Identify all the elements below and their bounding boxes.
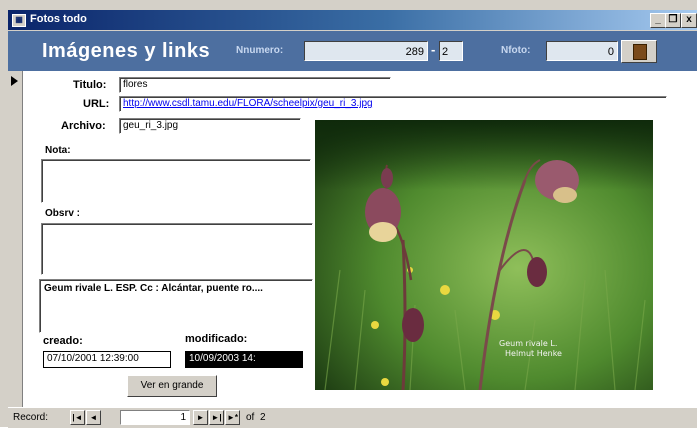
- restore-button[interactable]: ❐: [665, 13, 681, 28]
- nnumero-label: Nnumero:: [236, 45, 284, 56]
- obsrv-field[interactable]: [41, 223, 313, 275]
- nfoto-label: Nfoto:: [501, 45, 531, 56]
- exit-door-icon: [633, 44, 647, 60]
- nfoto-field[interactable]: 0: [546, 41, 618, 61]
- last-record-button[interactable]: ►|: [209, 410, 224, 425]
- modificado-label: modificado:: [185, 333, 248, 345]
- prev-record-button[interactable]: ◄: [86, 410, 101, 425]
- current-record-field[interactable]: 1: [120, 410, 190, 425]
- nota-field[interactable]: [41, 159, 311, 203]
- record-navigation-bar: Record: |◄ ◄ 1 ► ►| ►* of 2: [8, 407, 697, 428]
- minimize-button[interactable]: _: [650, 13, 666, 28]
- record-label: Record:: [13, 412, 49, 423]
- obsrv-label: Obsrv :: [45, 208, 81, 219]
- modificado-field[interactable]: 10/09/2003 14:: [185, 351, 303, 368]
- window-title: Fotos todo: [30, 13, 87, 25]
- first-record-button[interactable]: |◄: [70, 410, 85, 425]
- sub-number-field[interactable]: 2: [439, 41, 463, 61]
- title-bar: ▦ Fotos todo _ ❐ x: [8, 10, 697, 30]
- record-selector[interactable]: [8, 71, 23, 407]
- of-label: of: [246, 412, 255, 423]
- titulo-label: Titulo:: [73, 79, 107, 91]
- new-record-button[interactable]: ►*: [225, 410, 240, 425]
- archivo-field[interactable]: geu_ri_3.jpg: [119, 118, 301, 134]
- next-record-button[interactable]: ►: [193, 410, 208, 425]
- url-field[interactable]: http://www.csdl.tamu.edu/FLORA/scheelpix…: [119, 96, 667, 112]
- archivo-label: Archivo:: [61, 120, 106, 132]
- creado-field[interactable]: 07/10/2001 12:39:00: [43, 351, 171, 368]
- nnumero-field[interactable]: 289: [304, 41, 428, 61]
- form-header: Imágenes y links Nnumero: 289 - 2 Nfoto:…: [8, 31, 697, 71]
- form-icon: ▦: [12, 14, 26, 27]
- dash-separator: -: [431, 42, 436, 57]
- exit-button[interactable]: [621, 40, 657, 63]
- photo-caption-2: Helmut Henke: [505, 349, 562, 358]
- titulo-field[interactable]: flores: [119, 77, 391, 93]
- total-records: 2: [260, 412, 266, 423]
- creado-label: creado:: [43, 335, 83, 347]
- ver-en-grande-button[interactable]: Ver en grande: [127, 375, 217, 397]
- access-form-window: ▦ Fotos todo _ ❐ x Imágenes y links Nnum…: [0, 0, 697, 428]
- flower-photo: Geum rivale L. Helmut Henke: [315, 120, 653, 390]
- nota-label: Nota:: [45, 145, 71, 156]
- close-button[interactable]: x: [681, 13, 697, 28]
- photo-caption-1: Geum rivale L.: [499, 339, 557, 348]
- url-label: URL:: [83, 98, 110, 110]
- current-record-arrow-icon: [11, 76, 18, 86]
- description-field[interactable]: Geum rivale L. ESP. Cc : Alcántar, puent…: [39, 279, 313, 333]
- page-title: Imágenes y links: [42, 40, 211, 62]
